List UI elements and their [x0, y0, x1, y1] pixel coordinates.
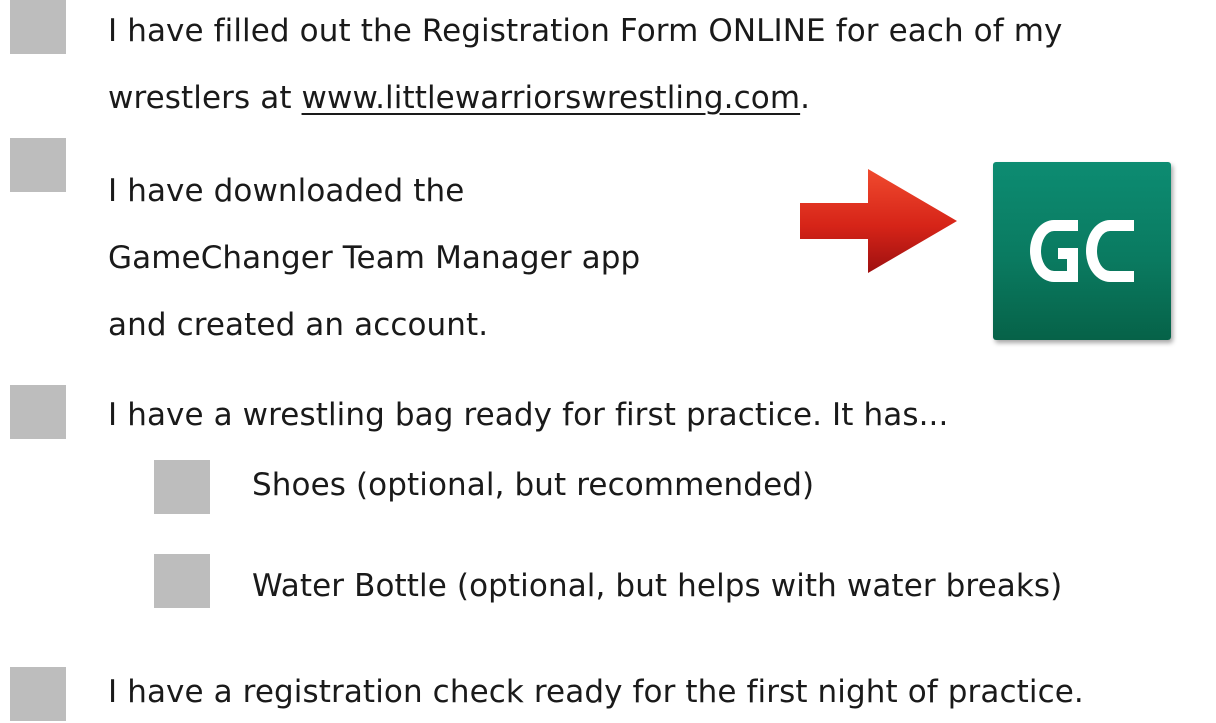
- red-arrow-icon: [800, 166, 960, 280]
- item-bag-label: I have a wrestling bag ready for first p…: [108, 397, 949, 433]
- item-app-line2: GameChanger Team Manager app: [108, 240, 641, 276]
- item-registration-text: wrestlers at: [108, 80, 302, 116]
- item-app-line1: I have downloaded the: [108, 173, 465, 209]
- item-check-label: I have a registration check ready for th…: [108, 674, 1084, 710]
- gamechanger-icon: [993, 162, 1171, 340]
- checkbox-wrestling-bag[interactable]: [10, 385, 66, 439]
- item-registration-period: .: [800, 80, 811, 116]
- checkbox-registration-form[interactable]: [10, 0, 66, 54]
- item-app-line3: and created an account.: [108, 307, 489, 343]
- subitem-water-bottle-label: Water Bottle (optional, but helps with w…: [252, 568, 1063, 604]
- checkbox-gamechanger-app[interactable]: [10, 138, 66, 192]
- item-registration-line2: wrestlers at www.littlewarriorswrestling…: [108, 70, 810, 126]
- checkbox-water-bottle[interactable]: [154, 554, 210, 608]
- checkbox-shoes[interactable]: [154, 460, 210, 514]
- subitem-shoes-label: Shoes (optional, but recommended): [252, 467, 815, 503]
- checkbox-registration-check[interactable]: [10, 667, 66, 721]
- item-registration-line1: I have filled out the Registration Form …: [108, 13, 1063, 49]
- website-link[interactable]: www.littlewarriorswrestling.com: [302, 80, 801, 116]
